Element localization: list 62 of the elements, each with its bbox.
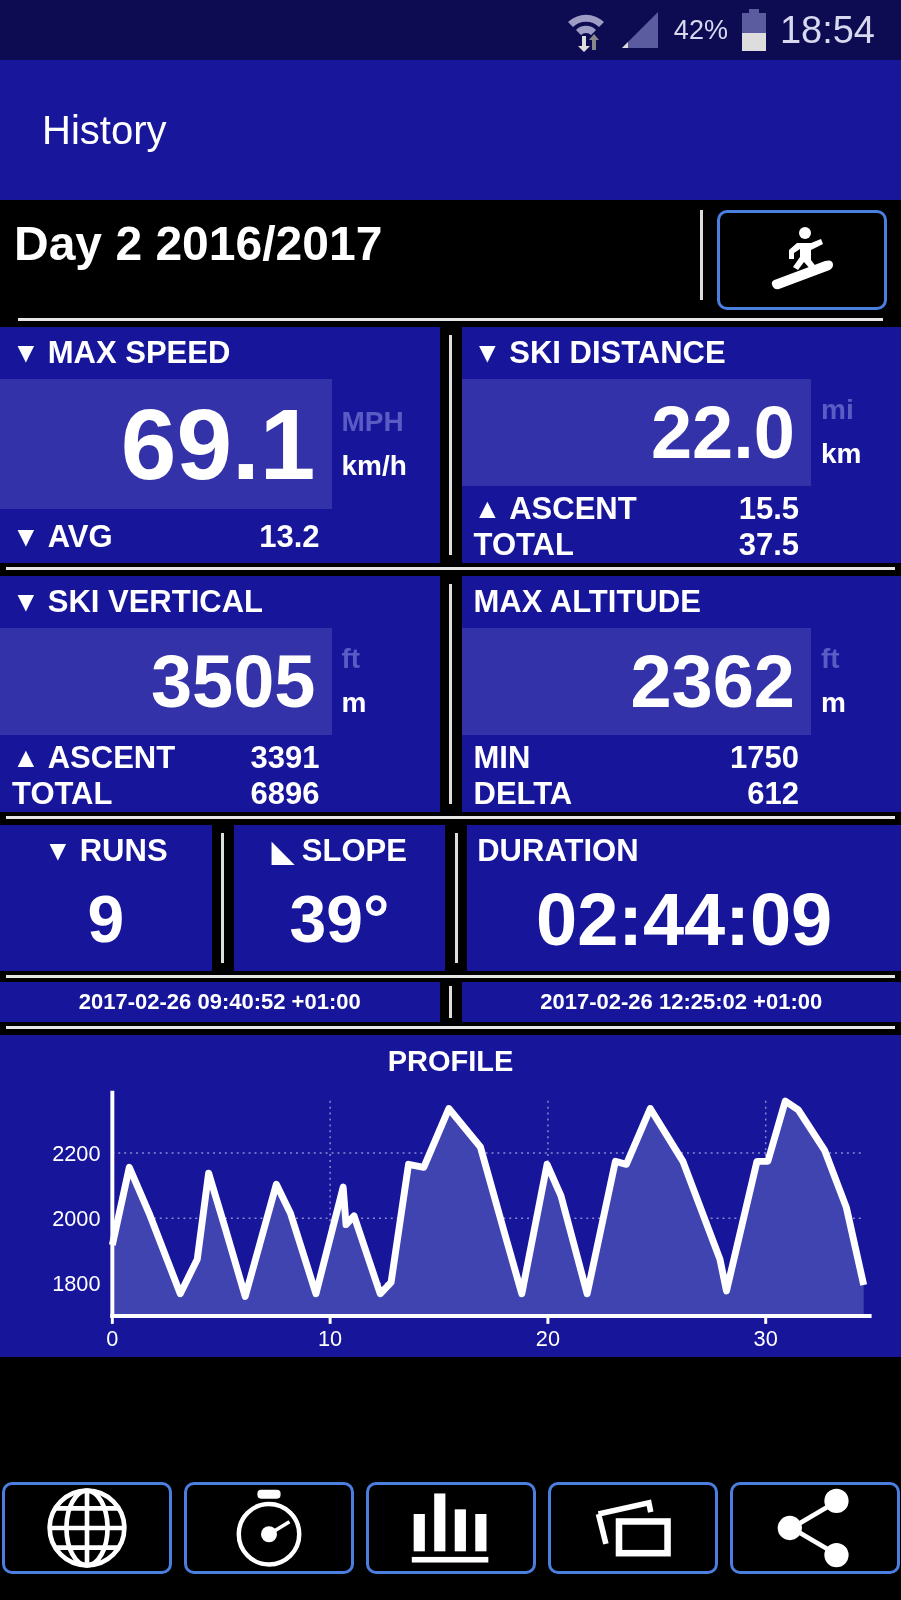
metric-value: 2362 [461, 628, 811, 735]
share-button[interactable] [730, 1482, 900, 1574]
triangle-icon: ▲ [473, 492, 502, 525]
card-label: MAX SPEED [47, 335, 231, 371]
metric-value: 9 [87, 881, 125, 957]
axis-label: 0 [105, 1325, 118, 1351]
card-label: MAX ALTITUDE [473, 584, 701, 620]
unit-option[interactable]: m [341, 687, 440, 720]
metric-value: 39° [289, 881, 390, 957]
stat-value: 15.5 [738, 490, 799, 527]
stat-label: DELTA [473, 775, 573, 812]
card-label: RUNS [79, 833, 168, 869]
timestamp: 2017-02-26 12:25:02 +01:00 [461, 982, 901, 1022]
battery-percent: 42% [673, 14, 728, 46]
day-title: Day 2 2016/2017 [14, 216, 384, 271]
map-button[interactable] [2, 1482, 172, 1574]
stat-value: 612 [747, 775, 799, 812]
triangle-icon: ▼ [12, 586, 40, 618]
stat-value: 6896 [250, 775, 320, 812]
statistics-button[interactable] [366, 1482, 536, 1574]
chart-title: PROFILE [387, 1045, 514, 1079]
metric-value: 69.1 [0, 379, 332, 509]
stat-label: ASCENT [509, 490, 637, 527]
stat-value: 13.2 [259, 519, 320, 555]
triangle-icon: ▼ [12, 521, 40, 553]
stat-label: MIN [473, 739, 531, 776]
gallery-button[interactable] [548, 1482, 718, 1574]
stat-value: 37.5 [738, 526, 799, 563]
triangle-icon: ▼ [44, 835, 72, 867]
axis-label: 10 [317, 1325, 342, 1351]
globe-icon [45, 1486, 129, 1570]
unit-option[interactable]: km/h [341, 450, 440, 482]
stopwatch-button[interactable] [184, 1482, 354, 1574]
unit-option[interactable]: m [821, 687, 901, 720]
card-label: SLOPE [301, 833, 407, 869]
triangle-icon: ▼ [473, 337, 502, 369]
stat-label: ASCENT [47, 739, 176, 776]
metric-value: 3505 [0, 628, 332, 735]
stat-label: TOTAL [12, 775, 113, 812]
axis-label: 1800 [51, 1270, 100, 1296]
stat-label: AVG [47, 519, 113, 555]
card-label: SKI VERTICAL [47, 584, 263, 620]
activity-button[interactable] [717, 210, 887, 310]
metric-value: 02:44:09 [536, 877, 833, 962]
screen-title: History [42, 107, 167, 153]
axis-label: 2200 [51, 1140, 100, 1166]
stat-value: 3391 [250, 739, 320, 776]
battery-icon [741, 9, 766, 51]
card-label: DURATION [477, 833, 639, 869]
triangle-icon: ▲ [12, 741, 40, 774]
card-label: SKI DISTANCE [509, 335, 726, 371]
stat-label: TOTAL [473, 526, 574, 563]
stat-value: 1750 [730, 739, 799, 776]
axis-label: 20 [535, 1325, 560, 1351]
axis-label: 2000 [51, 1205, 100, 1231]
triangle-icon: ▼ [12, 337, 40, 369]
triangle-icon: ◣ [271, 834, 294, 868]
metric-value: 22.0 [461, 379, 811, 486]
unit-option[interactable]: km [821, 438, 901, 471]
timestamp: 2017-02-26 09:40:52 +01:00 [0, 982, 440, 1022]
axis-label: 30 [753, 1325, 778, 1351]
clock: 18:54 [779, 8, 875, 52]
